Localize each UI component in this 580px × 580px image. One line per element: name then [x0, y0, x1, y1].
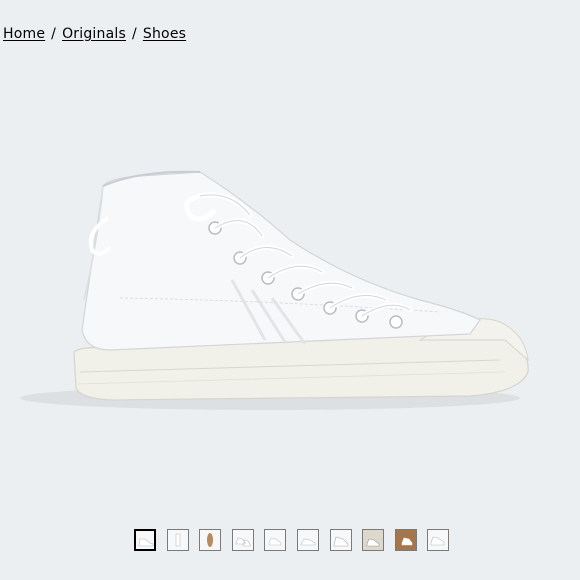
breadcrumb: Home / Originals / Shoes	[3, 26, 186, 42]
breadcrumb-separator: /	[51, 26, 57, 42]
high-top-sneaker-icon	[20, 170, 529, 410]
thumbnail-10[interactable]	[427, 529, 450, 551]
thumbnail-4[interactable]	[231, 529, 254, 551]
top-view-icon	[300, 538, 316, 546]
thumbnail-8[interactable]	[362, 529, 385, 551]
thumbnail-gallery	[134, 529, 450, 551]
thumbnail-1[interactable]	[134, 529, 156, 551]
detail-view-icon	[333, 536, 348, 547]
front-view-icon	[175, 533, 180, 547]
thumbnail-3[interactable]	[199, 529, 222, 551]
breadcrumb-separator: /	[131, 26, 137, 42]
product-main-image[interactable]	[0, 150, 580, 430]
on-foot-view-icon	[363, 530, 384, 550]
pair-view-icon	[235, 537, 251, 547]
thumbnail-6[interactable]	[296, 529, 319, 551]
thumbnail-7[interactable]	[329, 529, 352, 551]
back-view-icon	[269, 537, 282, 546]
thumbnail-2[interactable]	[166, 529, 189, 551]
box-view-icon	[395, 530, 416, 550]
breadcrumb-originals-link[interactable]: Originals	[62, 26, 126, 42]
product-page: Home / Originals / Shoes	[0, 0, 580, 580]
thumbnail-9[interactable]	[394, 529, 417, 551]
sole-view-icon	[207, 533, 214, 547]
breadcrumb-home-link[interactable]: Home	[3, 26, 45, 42]
thumbnail-5[interactable]	[264, 529, 287, 551]
breadcrumb-shoes-link[interactable]: Shoes	[143, 26, 186, 42]
side-view-icon	[138, 538, 154, 547]
angle-view-icon	[431, 536, 445, 546]
